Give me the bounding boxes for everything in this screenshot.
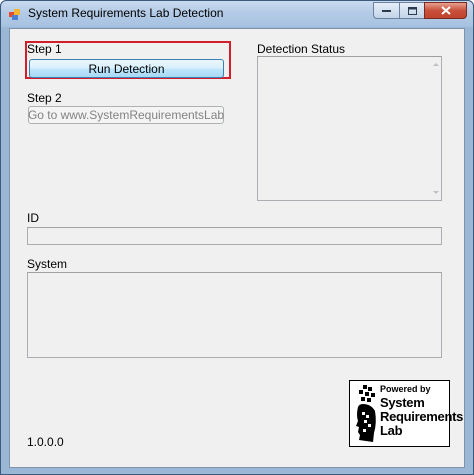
system-label: System [27, 257, 68, 271]
logo-line-3: Lab [380, 423, 403, 438]
id-label: ID [27, 211, 39, 225]
run-detection-button[interactable]: Run Detection [29, 59, 224, 78]
minimize-icon [382, 9, 391, 12]
go-to-srl-button[interactable]: Go to www.SystemRequirementsLab [28, 106, 224, 124]
scroll-up-icon[interactable] [433, 63, 439, 66]
step2-label: Step 2 [27, 91, 62, 105]
maximize-icon [407, 6, 417, 15]
window-title: System Requirements Lab Detection [28, 6, 224, 20]
close-icon [440, 6, 451, 15]
scroll-down-icon[interactable] [433, 191, 439, 194]
detection-status-box[interactable] [257, 56, 442, 201]
logo-line-1: System [380, 395, 425, 410]
caption-buttons [373, 2, 467, 19]
close-button[interactable] [424, 2, 467, 19]
id-field[interactable] [27, 227, 442, 245]
srl-logo-icon [356, 385, 376, 442]
minimize-button[interactable] [373, 2, 399, 19]
detection-status-label: Detection Status [257, 42, 346, 56]
logo-name: System Requirements Lab [380, 396, 463, 438]
version-label: 1.0.0.0 [27, 435, 64, 449]
logo-powered-by: Powered by [380, 384, 431, 394]
logo-line-2: Requirements [380, 409, 464, 424]
system-field[interactable] [27, 272, 442, 358]
srl-logo: Powered by System Requirements Lab [349, 380, 463, 447]
title-bar[interactable]: System Requirements Lab Detection [1, 1, 473, 27]
app-window: System Requirements Lab Detection Step 1… [0, 0, 474, 475]
app-icon [9, 9, 20, 20]
maximize-button[interactable] [399, 2, 424, 19]
client-area: Step 1 Run Detection Step 2 Go to www.Sy… [9, 28, 465, 468]
